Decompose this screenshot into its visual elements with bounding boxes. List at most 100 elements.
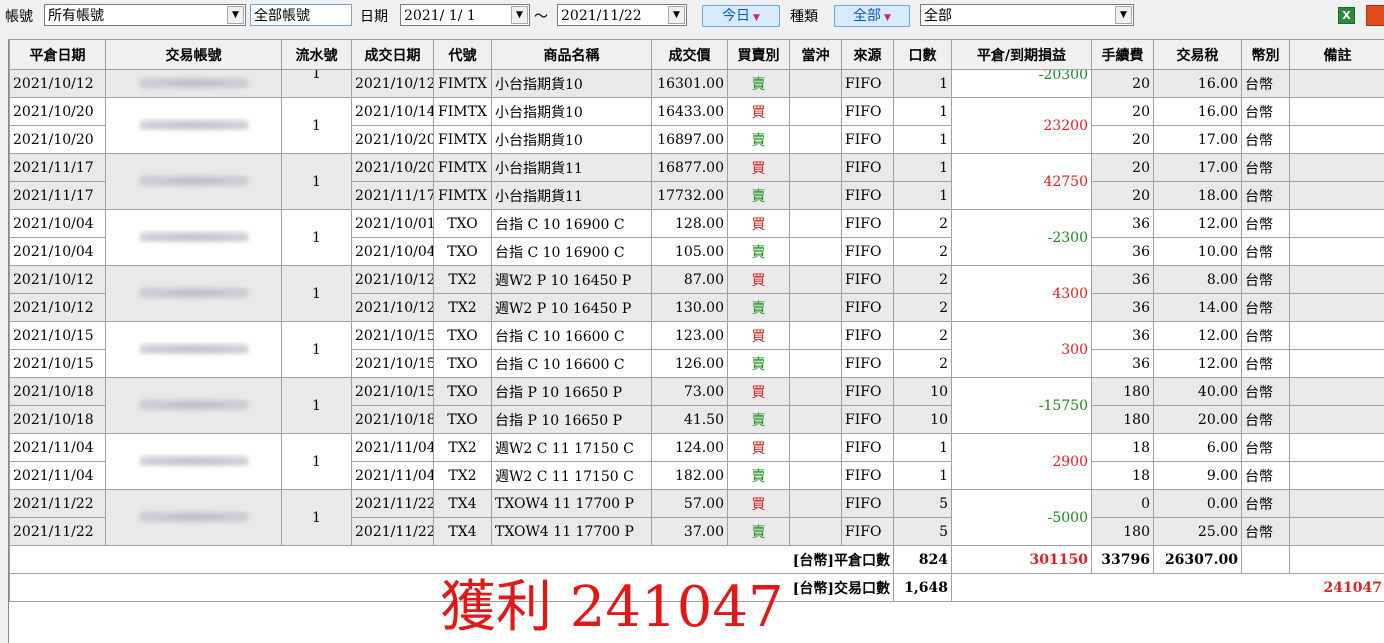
column-header[interactable]: 成交日期 bbox=[351, 39, 434, 70]
source-cell: FIFO bbox=[841, 321, 894, 350]
qty-cell: 1 bbox=[893, 97, 952, 126]
remark-cell bbox=[1289, 433, 1384, 462]
column-header[interactable]: 買賣別 bbox=[727, 39, 790, 70]
table-row[interactable]: 2021/10/12 1 2021/10/12 FIMTX 小台指期貨10 16301.0… bbox=[9, 69, 1384, 98]
redacted-account bbox=[138, 343, 249, 354]
excel-export-icon[interactable]: X bbox=[1338, 7, 1355, 24]
column-header[interactable]: 代號 bbox=[433, 39, 492, 70]
tax-cell: 17.00 bbox=[1153, 153, 1242, 182]
date-from-picker[interactable]: 2021/ 1/ 1 ▼ bbox=[400, 4, 530, 26]
table-row[interactable]: 2021/11/04 1 2021/11/04 TX2 週W2 C 11 17150 C… bbox=[9, 433, 1384, 490]
today-button[interactable]: 今日 ▼ bbox=[702, 5, 780, 27]
currency-cell: 台幣 bbox=[1241, 237, 1290, 266]
trade-date-cell: 2021/11/04 bbox=[351, 433, 434, 462]
qty-cell: 1 bbox=[893, 433, 952, 462]
type-select[interactable]: 全部 ▼ bbox=[920, 4, 1134, 26]
table-row[interactable]: 2021/10/12 1 2021/10/12 TX2 週W2 P 10 16450 P… bbox=[9, 265, 1384, 322]
account-select-value: 所有帳號 bbox=[48, 8, 104, 24]
daytrade-cell bbox=[789, 293, 842, 322]
column-header[interactable]: 成交價 bbox=[651, 39, 728, 70]
column-header[interactable]: 交易稅 bbox=[1153, 39, 1242, 70]
remark-cell bbox=[1289, 349, 1384, 378]
close-date-cell: 2021/10/15 bbox=[9, 349, 106, 378]
product-name-cell: 台指 C 10 16600 C bbox=[491, 321, 652, 350]
fee-cell: 36 bbox=[1091, 293, 1154, 322]
account-name-field[interactable]: 全部帳號 bbox=[250, 4, 352, 26]
column-header[interactable]: 交易帳號 bbox=[105, 39, 282, 70]
chevron-down-icon[interactable]: ▼ bbox=[1115, 6, 1132, 24]
fee-cell: 20 bbox=[1091, 69, 1154, 98]
column-header[interactable]: 平倉/到期損益 bbox=[951, 39, 1092, 70]
redacted-account bbox=[138, 175, 249, 186]
price-cell: 16897.00 bbox=[651, 125, 728, 154]
column-header[interactable]: 來源 bbox=[841, 39, 894, 70]
fee-cell: 180 bbox=[1091, 517, 1154, 546]
account-cell bbox=[105, 97, 282, 154]
close-date-cell: 2021/11/04 bbox=[9, 433, 106, 462]
fee-cell: 36 bbox=[1091, 209, 1154, 238]
qty-cell: 10 bbox=[893, 377, 952, 406]
type-select-value: 全部 bbox=[924, 8, 952, 24]
tax-cell: 16.00 bbox=[1153, 97, 1242, 126]
product-name-cell: 週W2 C 11 17150 C bbox=[491, 461, 652, 490]
close-date-cell: 2021/10/18 bbox=[9, 405, 106, 434]
footer-close-fee: 33796 bbox=[1091, 545, 1154, 574]
table-row[interactable]: 2021/10/18 1 2021/10/15 TXO 台指 P 10 16650 P7… bbox=[9, 377, 1384, 434]
chevron-down-icon[interactable]: ▼ bbox=[668, 6, 685, 24]
qty-cell: 1 bbox=[893, 181, 952, 210]
trade-date-cell: 2021/10/20 bbox=[351, 153, 434, 182]
date-label: 日期 bbox=[360, 9, 388, 25]
trade-table: 平倉日期 交易帳號 流水號 成交日期 代號 商品名稱 成交價 買賣別 當沖 來源 口數 平倉/到期損益… bbox=[9, 39, 1384, 602]
trade-date-cell: 2021/11/04 bbox=[351, 461, 434, 490]
side-cell: 買 bbox=[727, 433, 790, 462]
date-to-picker[interactable]: 2021/11/22 ▼ bbox=[557, 4, 687, 26]
remark-cell bbox=[1289, 293, 1384, 322]
chevron-down-icon[interactable]: ▼ bbox=[227, 6, 244, 24]
remark-cell bbox=[1289, 69, 1384, 98]
side-cell: 賣 bbox=[727, 69, 790, 98]
tax-cell: 8.00 bbox=[1153, 265, 1242, 294]
type-button[interactable]: 全部 ▼ bbox=[834, 5, 910, 27]
trade-date-cell: 2021/10/12 bbox=[351, 69, 434, 98]
remark-cell bbox=[1289, 377, 1384, 406]
report-icon[interactable] bbox=[1366, 5, 1384, 26]
trade-date-cell: 2021/10/15 bbox=[351, 349, 434, 378]
table-row[interactable]: 2021/10/15 1 2021/10/15 TXO 台指 C 10 16600 C1… bbox=[9, 321, 1384, 378]
source-cell: FIFO bbox=[841, 489, 894, 518]
column-header[interactable]: 幣別 bbox=[1241, 39, 1290, 70]
code-cell: TXO bbox=[433, 321, 492, 350]
price-cell: 73.00 bbox=[651, 377, 728, 406]
trade-date-cell: 2021/10/14 bbox=[351, 97, 434, 126]
side-cell: 賣 bbox=[727, 405, 790, 434]
trade-date-cell: 2021/10/12 bbox=[351, 293, 434, 322]
remark-cell bbox=[1289, 97, 1384, 126]
type-button-label: 全部 bbox=[853, 8, 882, 24]
redacted-account bbox=[138, 399, 249, 410]
column-header[interactable]: 手續費 bbox=[1091, 39, 1154, 70]
chevron-down-icon[interactable]: ▼ bbox=[511, 6, 528, 24]
fee-cell: 36 bbox=[1091, 265, 1154, 294]
column-header[interactable]: 流水號 bbox=[281, 39, 352, 70]
table-row[interactable]: 2021/11/22 1 2021/11/22 TX4 TXOW4 11 17700 P… bbox=[9, 489, 1384, 546]
tax-cell: 6.00 bbox=[1153, 433, 1242, 462]
tax-cell: 12.00 bbox=[1153, 321, 1242, 350]
source-cell: FIFO bbox=[841, 377, 894, 406]
header-row: 平倉日期 交易帳號 流水號 成交日期 代號 商品名稱 成交價 買賣別 當沖 來源 口數 平倉/到期損益… bbox=[9, 39, 1384, 70]
product-name-cell: TXOW4 11 17700 P bbox=[491, 517, 652, 546]
footer-trade-qty: 1,648 bbox=[893, 573, 952, 602]
price-cell: 123.00 bbox=[651, 321, 728, 350]
table-row[interactable]: 2021/10/04 1 2021/10/01 TXO 台指 C 10 16900 C1… bbox=[9, 209, 1384, 266]
product-name-cell: 小台指期貨10 bbox=[491, 97, 652, 126]
column-header[interactable]: 備註 bbox=[1289, 39, 1384, 70]
redacted-account bbox=[138, 119, 249, 130]
qty-cell: 1 bbox=[893, 125, 952, 154]
close-date-cell: 2021/10/04 bbox=[9, 209, 106, 238]
account-select[interactable]: 所有帳號 ▼ bbox=[44, 4, 246, 26]
column-header[interactable]: 當沖 bbox=[789, 39, 842, 70]
column-header[interactable]: 平倉日期 bbox=[9, 39, 106, 70]
table-row[interactable]: 2021/10/20 1 2021/10/14 FIMTX 小台指期貨10 16433.0… bbox=[9, 97, 1384, 154]
table-row[interactable]: 2021/11/17 1 2021/10/20 FIMTX 小台指期貨11 16877.0… bbox=[9, 153, 1384, 210]
serial-cell: 1 bbox=[281, 69, 352, 98]
column-header[interactable]: 口數 bbox=[893, 39, 952, 70]
column-header[interactable]: 商品名稱 bbox=[491, 39, 652, 70]
